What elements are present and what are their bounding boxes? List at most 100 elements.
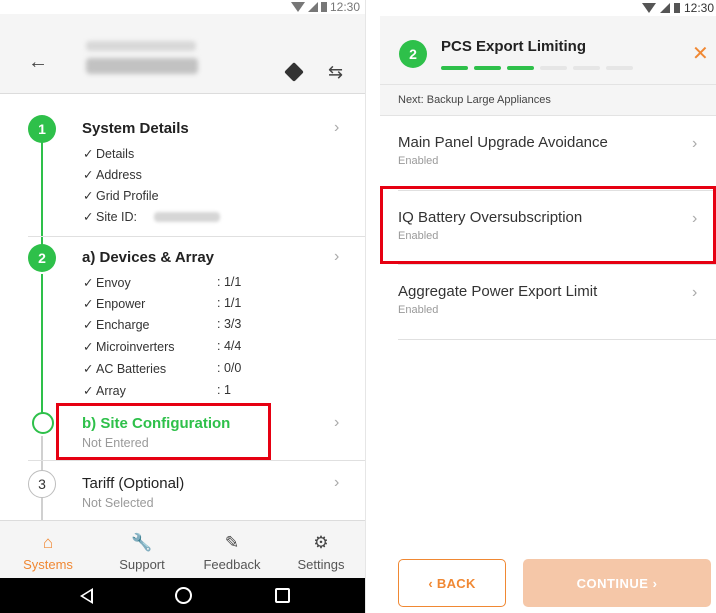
signal-icon	[659, 3, 670, 13]
navigation-icon[interactable]	[284, 62, 304, 82]
check-icon: ✓	[83, 297, 94, 311]
continue-button[interactable]: CONTINUE ›	[523, 559, 711, 607]
check-item: ✓ Encharge	[83, 318, 150, 332]
battery-icon	[673, 3, 680, 13]
redacted-site-name	[86, 58, 198, 74]
chevron-right-icon[interactable]: ›	[334, 248, 339, 266]
status-time: 12:30	[329, 0, 360, 14]
wifi-icon	[290, 2, 305, 12]
android-back-icon-inner	[83, 591, 91, 601]
option-status: Enabled	[398, 304, 439, 316]
screenshot-composite: 12:30 ← ⇆ 1 System Details › ✓ Details ✓ A…	[0, 0, 716, 613]
device-count: : 4/4	[217, 339, 242, 353]
home-icon: ⌂	[42, 533, 54, 552]
check-item: ✓ Microinverters	[83, 340, 175, 354]
step-number-badge: 2	[28, 244, 56, 272]
android-recents-icon[interactable]	[275, 588, 290, 603]
divider	[28, 236, 365, 237]
chevron-right-icon[interactable]: ›	[334, 474, 339, 492]
wrench-icon: 🔧	[131, 533, 153, 552]
back-arrow-icon[interactable]: ←	[28, 52, 48, 72]
nav-label: Support	[119, 557, 165, 572]
check-icon: ✓	[83, 318, 94, 332]
chevron-right-icon: ›	[692, 284, 698, 301]
next-step-banner: Next: Backup Large Appliances	[380, 84, 716, 116]
app-header: ← ⇆	[0, 14, 365, 94]
gear-icon: ⚙	[313, 533, 329, 552]
progress-segment	[507, 66, 534, 70]
progress-segment	[606, 66, 633, 70]
close-icon[interactable]: ✕	[692, 44, 709, 64]
nav-feedback[interactable]: ✎ Feedback	[196, 521, 268, 579]
status-bar: 12:30	[0, 0, 365, 14]
right-phone-screen: 12:30 2 PCS Export Limiting ✕ Next: Back…	[380, 0, 716, 613]
check-item: ✓ Array	[83, 384, 126, 398]
step-connector	[41, 498, 43, 520]
chevron-right-icon: ›	[692, 135, 698, 152]
highlight-box-site-configuration	[56, 403, 271, 460]
nav-label: Feedback	[203, 557, 261, 572]
check-item: ✓ Site ID:	[83, 210, 137, 224]
chevron-right-icon[interactable]: ›	[334, 414, 339, 432]
step-number-badge: 3	[28, 470, 56, 498]
step-title-tariff[interactable]: Tariff (Optional)	[82, 475, 184, 492]
check-icon: ✓	[83, 384, 94, 398]
status-bar: 12:30	[380, 0, 716, 16]
nav-settings[interactable]: ⚙ Settings	[288, 521, 354, 579]
divider	[398, 339, 716, 340]
option-main-panel-upgrade-avoidance[interactable]: Main Panel Upgrade Avoidance Enabled ›	[380, 117, 716, 189]
back-button[interactable]: ‹ BACK	[398, 559, 506, 607]
check-icon: ✓	[83, 189, 94, 203]
device-count: : 1/1	[217, 275, 242, 289]
step-title-devices-array[interactable]: a) Devices & Array	[82, 249, 214, 266]
device-count: : 0/0	[217, 361, 242, 375]
progress-segment	[474, 66, 501, 70]
step-connector	[41, 140, 43, 258]
wizard-header: 2 PCS Export Limiting ✕	[380, 16, 716, 84]
nav-label: Settings	[297, 557, 345, 572]
status-time: 12:30	[683, 1, 714, 15]
chevron-right-icon[interactable]: ›	[334, 119, 339, 137]
bottom-navigation: ⌂ Systems 🔧 Support ✎ Feedback ⚙ Setting…	[0, 520, 365, 579]
signal-icon	[307, 2, 318, 12]
check-icon: ✓	[83, 276, 94, 290]
option-title: Aggregate Power Export Limit	[398, 283, 598, 300]
step-number-badge: 1	[28, 115, 56, 143]
option-status: Enabled	[398, 155, 439, 167]
nav-systems[interactable]: ⌂ Systems	[16, 521, 80, 579]
next-step-text: Next: Backup Large Appliances	[398, 94, 551, 106]
check-item: ✓ Address	[83, 168, 142, 182]
progress-segment	[441, 66, 468, 70]
check-item: ✓ Envoy	[83, 276, 131, 290]
step-number-badge: 2	[399, 40, 427, 68]
divider	[398, 264, 716, 265]
nav-support[interactable]: 🔧 Support	[110, 521, 174, 579]
option-title: Main Panel Upgrade Avoidance	[398, 134, 608, 151]
step-status: Not Selected	[82, 496, 154, 510]
step-connector	[41, 274, 43, 414]
battery-icon	[320, 2, 327, 12]
android-navigation-bar	[0, 578, 365, 613]
check-item: ✓ AC Batteries	[83, 362, 167, 376]
nav-label: Systems	[23, 557, 73, 572]
option-aggregate-power-export-limit[interactable]: Aggregate Power Export Limit Enabled ›	[380, 266, 716, 338]
device-count: : 1	[217, 383, 231, 397]
highlight-box-iq-battery-oversubscription	[380, 186, 716, 264]
progress-segment	[540, 66, 567, 70]
left-phone-screen: 12:30 ← ⇆ 1 System Details › ✓ Details ✓ A…	[0, 0, 366, 613]
redacted-address	[86, 41, 196, 51]
android-home-icon[interactable]	[175, 587, 192, 604]
swap-icon[interactable]: ⇆	[328, 63, 343, 81]
step-title-system-details[interactable]: System Details	[82, 120, 189, 137]
check-icon: ✓	[83, 362, 94, 376]
wifi-icon	[641, 3, 656, 13]
feedback-icon: ✎	[224, 533, 240, 552]
step-progress-ring	[32, 412, 54, 434]
check-item: ✓ Enpower	[83, 297, 146, 311]
device-count: : 1/1	[217, 296, 242, 310]
check-icon: ✓	[83, 147, 94, 161]
check-item: ✓ Grid Profile	[83, 189, 159, 203]
page-title: PCS Export Limiting	[441, 38, 587, 55]
step-connector	[41, 436, 43, 472]
progress-segment	[573, 66, 600, 70]
